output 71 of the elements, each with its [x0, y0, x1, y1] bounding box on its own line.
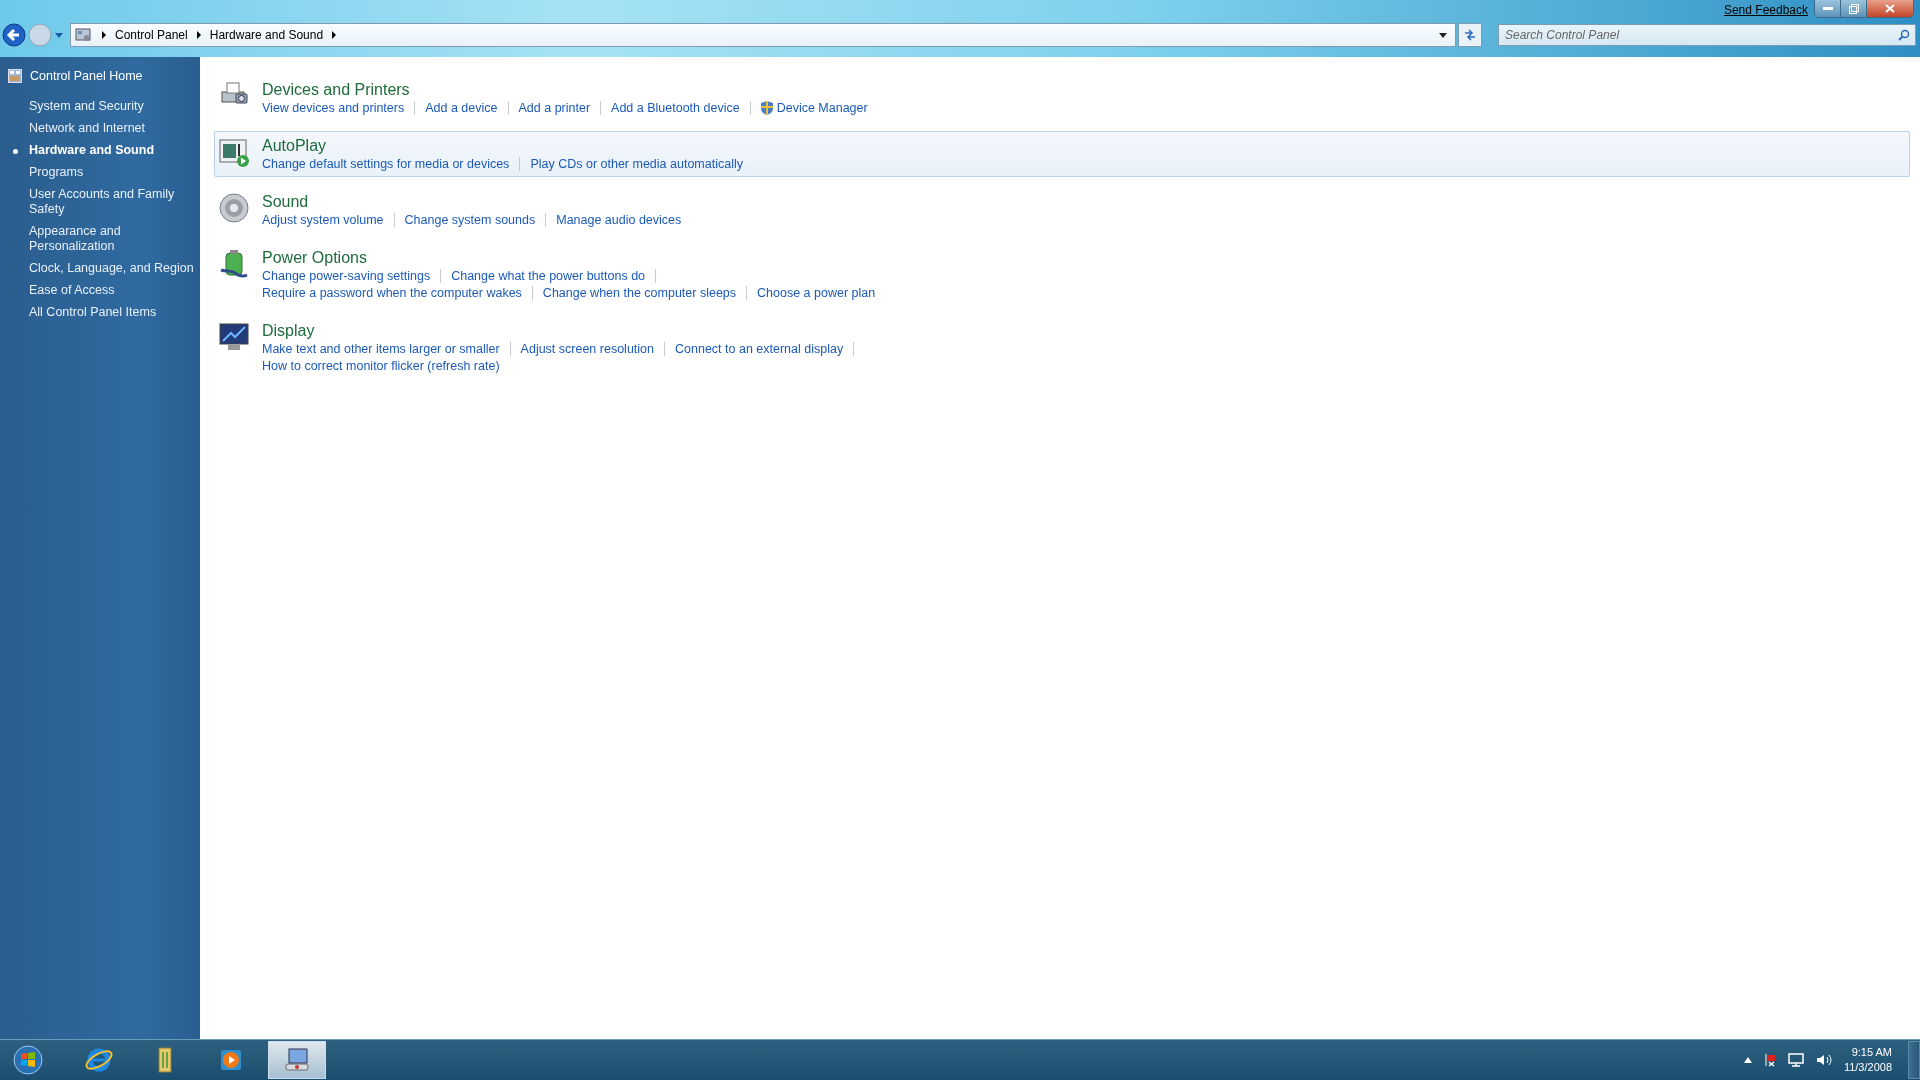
task-link[interactable]: Add a device	[425, 100, 498, 115]
breadcrumb[interactable]: Hardware and Sound	[209, 28, 324, 42]
restore-button[interactable]	[1841, 0, 1867, 17]
speaker-icon	[218, 192, 250, 224]
flag-icon[interactable]	[1763, 1053, 1776, 1067]
breadcrumb[interactable]: Control Panel	[115, 28, 188, 42]
address-bar[interactable]: Control Panel Hardware and Sound	[70, 23, 1456, 47]
up-arrow-icon[interactable]	[1743, 1057, 1752, 1063]
task-link[interactable]: View devices and printers	[262, 100, 405, 115]
task-link[interactable]: Add a printer	[518, 100, 591, 115]
close-icon	[1885, 4, 1895, 13]
task-link[interactable]: Change what the power buttons do	[451, 268, 646, 283]
sidebar-link[interactable]: Hardware and Sound	[29, 143, 194, 158]
task-link[interactable]: Device Manager	[760, 100, 868, 115]
task-link[interactable]: Connect to an external display	[675, 341, 844, 356]
control-panel-icon	[8, 69, 22, 83]
back-icon[interactable]	[2, 23, 26, 47]
section-title-link[interactable]: Sound	[262, 192, 309, 211]
section-title-link[interactable]: Devices and Printers	[262, 80, 410, 99]
sidebar-link[interactable]: Appearance and Personalization	[29, 224, 194, 254]
volume-icon[interactable]	[1815, 1054, 1832, 1066]
search-icon	[1898, 29, 1910, 41]
task-link[interactable]: Adjust system volume	[262, 212, 384, 227]
shield-icon	[760, 100, 773, 115]
refresh-button[interactable]	[1458, 23, 1482, 47]
sidebar-link[interactable]: System and Security	[29, 99, 194, 114]
sidebar-link[interactable]: Clock, Language, and Region	[29, 261, 194, 276]
section-title-link[interactable]: Display	[262, 321, 315, 340]
refresh-icon	[1463, 29, 1477, 41]
sidebar-link[interactable]: Control Panel Home	[30, 69, 143, 83]
control-panel-icon	[75, 27, 93, 43]
task-link[interactable]: How to correct monitor flicker (refresh rate)	[262, 358, 500, 373]
sidebar-link[interactable]: Ease of Access	[29, 283, 194, 298]
bullet-icon	[13, 149, 18, 154]
taskbar-button[interactable]	[268, 1041, 326, 1079]
task-link[interactable]: Play CDs or other media automatically	[530, 156, 743, 171]
browser-icon	[85, 1046, 113, 1074]
chevron-icon	[331, 31, 338, 39]
task-link[interactable]: Adjust screen resolution	[520, 341, 654, 356]
section-title-link[interactable]: AutoPlay	[262, 136, 327, 155]
minimize-icon	[1822, 6, 1833, 11]
control-panel-icon	[283, 1046, 311, 1074]
sidebar-link[interactable]: Programs	[29, 165, 194, 180]
monitor-icon	[218, 321, 250, 353]
task-link[interactable]: Manage audio devices	[556, 212, 682, 227]
sidebar-link[interactable]: Network and Internet	[29, 121, 194, 136]
chevron-icon	[195, 31, 202, 39]
battery-icon	[218, 248, 250, 280]
clock[interactable]: 9:15 AM 11/3/2008	[1843, 1045, 1896, 1075]
sidebar-link[interactable]: User Accounts and Family Safety	[29, 187, 194, 217]
task-link[interactable]: Choose a power plan	[757, 285, 876, 300]
media-window-icon	[218, 136, 250, 168]
send-feedback-link[interactable]: Send Feedback	[1723, 0, 1808, 17]
sidebar-link[interactable]: All Control Panel Items	[29, 305, 194, 320]
close-button[interactable]	[1867, 0, 1913, 17]
task-link[interactable]: Change default settings for media or devices	[262, 156, 510, 171]
task-link[interactable]: Require a password when the computer wakes	[262, 285, 522, 300]
task-link[interactable]: Add a Bluetooth device	[611, 100, 740, 115]
task-link[interactable]: Change system sounds	[404, 212, 536, 227]
task-link[interactable]: Change power-saving settings	[262, 268, 431, 283]
task-link[interactable]: Change when the computer sleeps	[542, 285, 737, 300]
dropdown-icon[interactable]	[1439, 32, 1447, 38]
restore-icon	[1848, 3, 1859, 14]
task-link[interactable]: Make text and other items larger or smaller	[262, 341, 500, 356]
windows-logo-icon	[13, 1045, 43, 1075]
section-title-link[interactable]: Power Options	[262, 248, 367, 267]
clock-time: 9:15 AM	[1851, 1045, 1892, 1060]
clock-date: 11/3/2008	[1843, 1060, 1892, 1075]
search-field[interactable]: Search Control Panel	[1498, 24, 1916, 46]
chevron-icon	[101, 31, 107, 39]
minimize-button[interactable]	[1815, 0, 1841, 17]
